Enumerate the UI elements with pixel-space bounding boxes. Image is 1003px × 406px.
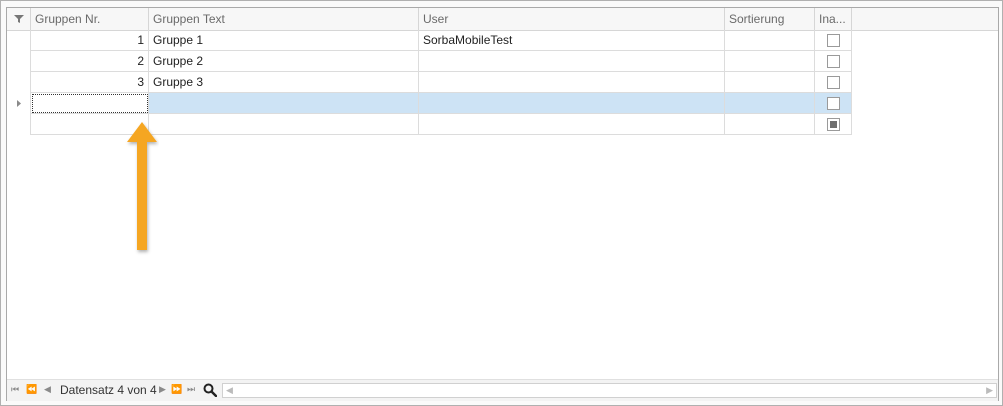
cell-inaktiv bbox=[815, 51, 852, 72]
row-indicator[interactable] bbox=[7, 114, 31, 135]
cell-user[interactable] bbox=[419, 93, 725, 114]
table-row[interactable]: 1 Gruppe 1 SorbaMobileTest bbox=[7, 30, 852, 51]
table-row[interactable]: 3 Gruppe 3 bbox=[7, 72, 852, 93]
table-row-focused[interactable] bbox=[7, 93, 852, 114]
filter-button[interactable] bbox=[7, 8, 31, 30]
filter-icon bbox=[13, 15, 24, 23]
first-record-icon[interactable]: ⏮ bbox=[11, 384, 19, 395]
record-position-text: Datensatz 4 von 4 bbox=[60, 383, 157, 397]
next-page-icon[interactable]: ⏩ bbox=[171, 384, 182, 395]
cell-inaktiv bbox=[815, 72, 852, 93]
table-row[interactable]: 2 Gruppe 2 bbox=[7, 51, 852, 72]
annotation-arrow-icon bbox=[127, 122, 157, 250]
inactive-checkbox[interactable] bbox=[827, 55, 840, 68]
cell-sortierung[interactable] bbox=[725, 114, 815, 135]
cell-user[interactable] bbox=[419, 72, 725, 93]
column-header-sortierung[interactable]: Sortierung bbox=[725, 8, 815, 30]
prev-record-icon[interactable]: ◀ bbox=[44, 384, 51, 395]
window-frame: Gruppen Nr. Gruppen Text User Sortierung… bbox=[0, 0, 1003, 406]
prev-page-icon[interactable]: ⏪ bbox=[26, 384, 37, 395]
column-header-gruppen-nr[interactable]: Gruppen Nr. bbox=[31, 8, 149, 30]
last-record-icon[interactable]: ⏭ bbox=[187, 384, 195, 395]
cell-sortierung[interactable] bbox=[725, 72, 815, 93]
row-indicator[interactable] bbox=[7, 93, 31, 114]
inactive-checkbox[interactable] bbox=[827, 34, 840, 47]
inactive-checkbox[interactable] bbox=[827, 76, 840, 89]
cell-gruppen-text[interactable]: Gruppe 2 bbox=[149, 51, 419, 72]
horizontal-scrollbar[interactable]: ◀ ▶ bbox=[222, 383, 997, 398]
cell-gruppen-text[interactable]: Gruppe 3 bbox=[149, 72, 419, 93]
cell-sortierung[interactable] bbox=[725, 51, 815, 72]
cell-gruppen-nr[interactable]: 3 bbox=[31, 72, 149, 93]
row-indicator[interactable] bbox=[7, 30, 31, 51]
cell-inaktiv bbox=[815, 30, 852, 51]
search-icon[interactable] bbox=[203, 383, 217, 397]
grid-header: Gruppen Nr. Gruppen Text User Sortierung… bbox=[7, 8, 998, 31]
data-grid: Gruppen Nr. Gruppen Text User Sortierung… bbox=[6, 7, 999, 401]
cell-user[interactable]: SorbaMobileTest bbox=[419, 30, 725, 51]
cell-user[interactable] bbox=[419, 114, 725, 135]
cell-sortierung[interactable] bbox=[725, 93, 815, 114]
scroll-left-icon[interactable]: ◀ bbox=[226, 385, 233, 396]
row-indicator-icon bbox=[17, 100, 21, 107]
column-header-user[interactable]: User bbox=[419, 8, 725, 30]
column-header-inaktiv[interactable]: Ina... bbox=[815, 8, 852, 30]
cell-user[interactable] bbox=[419, 51, 725, 72]
cell-gruppen-text[interactable]: Gruppe 1 bbox=[149, 30, 419, 51]
cell-gruppen-text[interactable] bbox=[149, 114, 419, 135]
cell-gruppen-nr[interactable]: 2 bbox=[31, 51, 149, 72]
inactive-checkbox[interactable] bbox=[827, 97, 840, 110]
scroll-right-icon[interactable]: ▶ bbox=[986, 385, 993, 396]
cell-gruppen-nr-editing[interactable] bbox=[31, 93, 149, 114]
cell-gruppen-text[interactable] bbox=[149, 93, 419, 114]
cell-sortierung[interactable] bbox=[725, 30, 815, 51]
column-header-gruppen-text[interactable]: Gruppen Text bbox=[149, 8, 419, 30]
cell-inaktiv bbox=[815, 93, 852, 114]
next-record-icon[interactable]: ▶ bbox=[159, 384, 166, 395]
cell-gruppen-nr[interactable]: 1 bbox=[31, 30, 149, 51]
row-indicator[interactable] bbox=[7, 72, 31, 93]
row-indicator[interactable] bbox=[7, 51, 31, 72]
data-navigator: ⏮ ⏪ ◀ Datensatz 4 von 4 ▶ ⏩ ⏭ ◀ ▶ bbox=[7, 379, 998, 401]
cell-inaktiv bbox=[815, 114, 852, 135]
inactive-checkbox-indeterminate[interactable] bbox=[827, 118, 840, 131]
